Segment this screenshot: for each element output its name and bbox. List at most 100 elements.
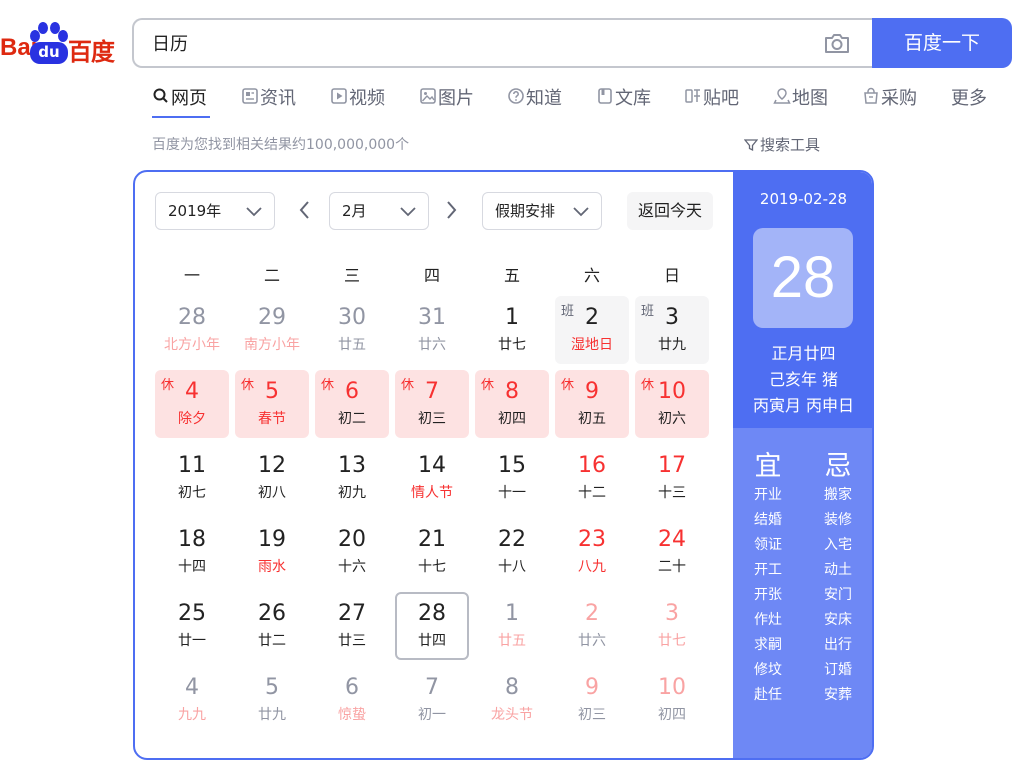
next-month-arrow-icon[interactable] <box>441 198 461 222</box>
day-cell[interactable]: 6 惊蛰 <box>315 666 389 734</box>
day-cell[interactable]: 1 廿五 <box>475 592 549 660</box>
day-lunar-label: 十四 <box>178 559 206 575</box>
detail-year-ganzhi: 己亥年 猪 <box>768 370 839 389</box>
day-cell[interactable]: 13 初九 <box>315 444 389 512</box>
day-cell[interactable]: 30 廿五 <box>315 296 389 364</box>
day-cell[interactable]: 29 南方小年 <box>235 296 309 364</box>
day-cell[interactable]: 31 廿六 <box>395 296 469 364</box>
tab-zhidao[interactable]: 知道 <box>507 84 562 118</box>
day-lunar-label: 初五 <box>578 411 606 427</box>
search-input[interactable] <box>152 20 792 66</box>
day-cell[interactable]: 2 廿六 <box>555 592 629 660</box>
day-number: 15 <box>498 453 526 478</box>
day-cell[interactable]: 2 湿地日班 <box>555 296 629 364</box>
day-cell[interactable]: 1 廿七 <box>475 296 549 364</box>
day-lunar-label: 春节 <box>258 411 286 427</box>
day-cell[interactable]: 5 廿九 <box>235 666 309 734</box>
tab-label: 贴吧 <box>703 88 739 109</box>
day-cell[interactable]: 27 廿三 <box>315 592 389 660</box>
search-tools-button[interactable]: 搜索工具 <box>744 134 820 155</box>
day-cell[interactable]: 3 廿七 <box>635 592 709 660</box>
day-cell[interactable]: 25 廿一 <box>155 592 229 660</box>
day-lunar-label: 廿五 <box>498 633 526 649</box>
day-cell[interactable]: 3 廿九班 <box>635 296 709 364</box>
day-cell[interactable]: 22 十八 <box>475 518 549 586</box>
month-select[interactable]: 2月 <box>329 192 429 230</box>
day-cell[interactable]: 7 初一 <box>395 666 469 734</box>
tab-wenku[interactable]: 文库 <box>596 84 651 118</box>
day-cell[interactable]: 8 初四休 <box>475 370 549 438</box>
day-cell[interactable]: 11 初七 <box>155 444 229 512</box>
tab-label: 网页 <box>171 88 207 109</box>
day-cell[interactable]: 18 十四 <box>155 518 229 586</box>
day-lunar-label: 廿六 <box>418 337 446 353</box>
baidu-logo[interactable]: Bai du 百度 <box>0 20 118 68</box>
day-number: 31 <box>418 305 446 330</box>
day-lunar-label: 初四 <box>498 411 526 427</box>
holiday-select[interactable]: 假期安排 <box>482 192 602 230</box>
logo-paw-toe <box>38 22 48 34</box>
day-cell[interactable]: 14 情人节 <box>395 444 469 512</box>
day-lunar-label: 廿六 <box>578 633 606 649</box>
day-cell[interactable]: 26 廿二 <box>235 592 309 660</box>
day-cell[interactable]: 8 龙头节 <box>475 666 549 734</box>
tab-label: 更多 <box>951 88 987 109</box>
day-cell[interactable]: 21 十七 <box>395 518 469 586</box>
day-cell[interactable]: 23 八九 <box>555 518 629 586</box>
day-cell[interactable]: 7 初三休 <box>395 370 469 438</box>
search-box <box>132 18 874 68</box>
day-lunar-label: 情人节 <box>411 485 453 501</box>
search-button[interactable]: 百度一下 <box>872 18 1012 68</box>
back-to-today-button[interactable]: 返回今天 <box>627 192 713 230</box>
camera-icon[interactable] <box>824 32 850 54</box>
tab-web[interactable]: 网页 <box>152 84 210 118</box>
weekday-label: 四 <box>423 266 440 285</box>
tab-purchase[interactable]: 采购 <box>862 84 917 118</box>
tab-images[interactable]: 图片 <box>419 84 474 118</box>
day-number: 27 <box>338 601 366 626</box>
day-lunar-label: 雨水 <box>258 559 286 575</box>
day-cell[interactable]: 5 春节休 <box>235 370 309 438</box>
tab-map[interactable]: 地图 <box>773 84 828 118</box>
tab-more[interactable]: 更多 <box>951 84 987 118</box>
day-cell[interactable]: 19 雨水 <box>235 518 309 586</box>
ji-activity: 入宅 <box>824 537 852 553</box>
day-cell[interactable]: 28 北方小年 <box>155 296 229 364</box>
day-cell-selected[interactable]: 28 廿四 <box>395 592 469 660</box>
day-cell[interactable]: 17 十三 <box>635 444 709 512</box>
weekday-label: 二 <box>263 266 280 285</box>
day-number: 2 <box>585 601 599 626</box>
day-cell[interactable]: 4 除夕休 <box>155 370 229 438</box>
day-lunar-label: 十六 <box>338 559 366 575</box>
search-icon <box>153 88 168 103</box>
day-cell[interactable]: 12 初八 <box>235 444 309 512</box>
tab-tieba[interactable]: 贴吧 <box>684 84 739 118</box>
holiday-rest-badge: 休 <box>401 378 415 393</box>
day-number: 22 <box>498 527 526 552</box>
year-select[interactable]: 2019年 <box>155 192 275 230</box>
chevron-down-icon <box>400 207 416 217</box>
day-cell[interactable]: 6 初二休 <box>315 370 389 438</box>
search-tools-label: 搜索工具 <box>760 136 821 154</box>
day-cell[interactable]: 10 初六休 <box>635 370 709 438</box>
day-cell[interactable]: 20 十六 <box>315 518 389 586</box>
day-number: 14 <box>418 453 446 478</box>
day-lunar-label: 初七 <box>178 485 206 501</box>
day-cell[interactable]: 16 十二 <box>555 444 629 512</box>
day-cell[interactable]: 4 九九 <box>155 666 229 734</box>
day-lunar-label: 廿九 <box>658 337 686 353</box>
tab-news[interactable]: 资讯 <box>241 84 296 118</box>
tab-video[interactable]: 视频 <box>330 84 385 118</box>
weekday-label: 六 <box>583 266 600 285</box>
day-cell[interactable]: 9 初三 <box>555 666 629 734</box>
holiday-rest-badge: 休 <box>481 378 495 393</box>
day-cell[interactable]: 9 初五休 <box>555 370 629 438</box>
day-number: 16 <box>578 453 606 478</box>
day-cell[interactable]: 24 二十 <box>635 518 709 586</box>
prev-month-arrow-icon[interactable] <box>295 198 315 222</box>
day-lunar-label: 十七 <box>418 559 446 575</box>
day-cell[interactable]: 15 十一 <box>475 444 549 512</box>
day-cell[interactable]: 10 初四 <box>635 666 709 734</box>
day-lunar-label: 初四 <box>658 707 686 723</box>
ji-activity: 动土 <box>824 562 852 578</box>
